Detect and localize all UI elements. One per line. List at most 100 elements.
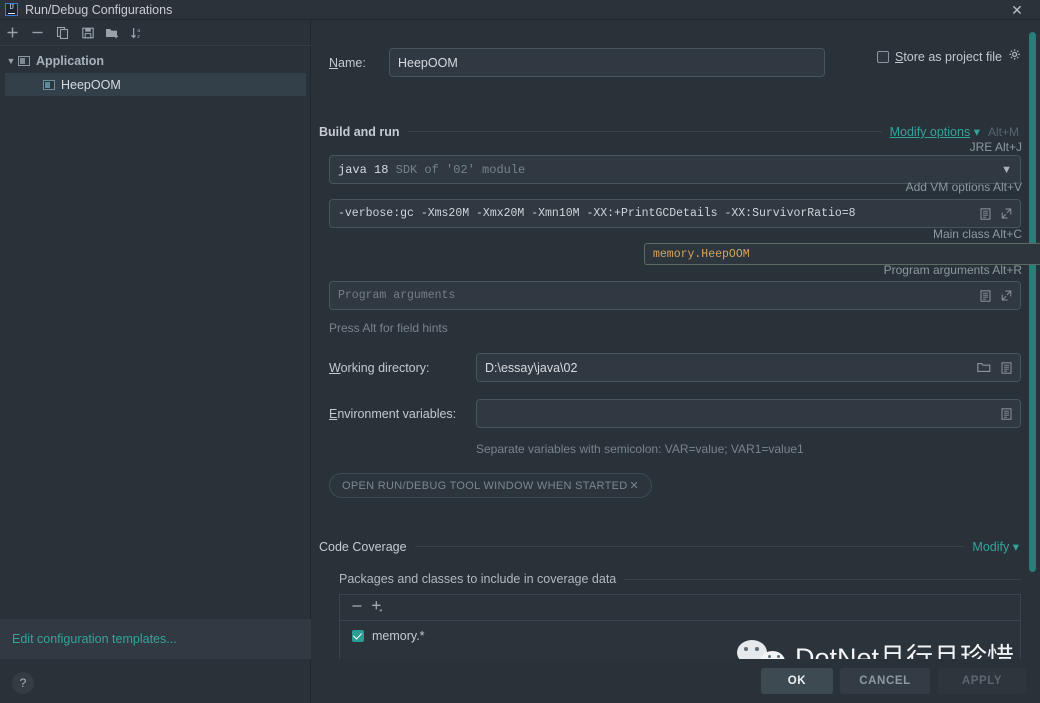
window-title: Run/Debug Configurations [25, 2, 173, 17]
tree-group-application[interactable]: ▼ Application [0, 50, 311, 72]
ok-label: OK [787, 675, 807, 687]
store-as-project-file-checkbox[interactable] [876, 50, 889, 63]
program-arguments-placeholder: Program arguments [338, 289, 456, 302]
environment-variables-note: Separate variables with semicolon: VAR=v… [476, 442, 804, 456]
copy-configuration-button[interactable] [50, 21, 75, 45]
expand-editor-icon[interactable] [1001, 407, 1012, 420]
vm-options-input[interactable]: -verbose:gc -Xms20M -Xmx20M -Xmn10M -XX:… [329, 199, 1021, 228]
ok-button[interactable]: OK [761, 668, 833, 694]
run-debug-configurations-dialog: Run/Debug Configurations ✕ az [0, 0, 1040, 703]
sort-az-icon[interactable]: az [125, 21, 150, 45]
environment-variables-input[interactable] [476, 399, 1021, 428]
tree-group-label: Application [36, 54, 105, 68]
configurations-sidebar: az ▼ Application HeepOOM Edit configurat… [0, 20, 311, 703]
configuration-editor-pane: Name: HeepOOM Store as project file Buil… [311, 20, 1040, 703]
code-coverage-section-header: Code Coverage Modify ▾ [319, 539, 1019, 555]
chevron-down-icon: ▾ [1012, 540, 1019, 554]
help-label: ? [19, 676, 27, 690]
vm-options-value: -verbose:gc -Xms20M -Xmx20M -Xmn10M -XX:… [338, 207, 856, 220]
working-directory-label: Working directory: [329, 360, 430, 375]
sidebar-toolbar: az [0, 20, 311, 46]
working-directory-value: D:\essay\java\02 [485, 360, 578, 375]
close-icon[interactable]: ✕ [1002, 0, 1032, 20]
list-item[interactable]: memory.* [340, 621, 1020, 643]
build-and-run-section-header: Build and run Modify options ▾ Alt+M [319, 124, 1019, 140]
chevron-down-icon: ▾ [973, 125, 980, 139]
main-class-hint-label: Main class Alt+C [932, 227, 1022, 241]
open-tool-window-chip[interactable]: OPEN RUN/DEBUG TOOL WINDOW WHEN STARTED … [329, 473, 653, 498]
chevron-down-icon[interactable]: ▼ [1001, 164, 1012, 176]
gear-icon[interactable] [1008, 48, 1022, 65]
name-label-rest: ame: [338, 55, 366, 70]
jre-value: java 18 SDK of '02' module [338, 163, 525, 177]
close-icon[interactable]: ✕ [630, 479, 640, 492]
remove-configuration-button[interactable] [25, 21, 50, 45]
build-and-run-title: Build and run [319, 124, 400, 139]
program-arguments-input[interactable]: Program arguments [329, 281, 1021, 310]
environment-variables-row: Environment variables: [329, 399, 1021, 428]
working-directory-row: Working directory: D:\essay\java\02 [329, 353, 1021, 382]
modify-options-link[interactable]: Modify options ▾ [890, 124, 980, 139]
edit-configuration-templates-link[interactable]: Edit configuration templates... [0, 619, 311, 659]
configurations-tree: ▼ Application HeepOOM [0, 50, 311, 96]
save-configuration-button[interactable] [75, 21, 100, 45]
jre-value-secondary: SDK of '02' module [395, 162, 526, 177]
chevron-down-icon: ▼ [6, 56, 16, 66]
coverage-row-label: memory.* [372, 629, 425, 643]
code-coverage-modify-link[interactable]: Modify ▾ [972, 539, 1019, 554]
application-icon [43, 79, 55, 90]
dialog-footer: OK CANCEL APPLY [311, 659, 1040, 703]
main-class-value: memory.HeepOOM [653, 247, 750, 261]
main-class-hint: Main class Alt+C [933, 227, 1022, 241]
section-divider [414, 546, 965, 547]
expand-editor-icon[interactable] [980, 289, 991, 302]
code-coverage-title: Code Coverage [319, 539, 407, 554]
environment-variables-label-rest: nvironment variables: [337, 406, 457, 421]
edit-templates-label: Edit configuration templates... [12, 632, 177, 646]
modify-options-shortcut: Alt+M [987, 124, 1019, 139]
intellij-idea-icon [5, 3, 18, 16]
tree-item-label: HeepOOM [61, 77, 121, 92]
add-configuration-button[interactable] [0, 21, 25, 45]
environment-variables-label: Environment variables: [329, 406, 457, 421]
cancel-label: CANCEL [859, 675, 911, 687]
help-button[interactable]: ? [12, 672, 34, 694]
working-directory-input[interactable]: D:\essay\java\02 [476, 353, 1021, 382]
coverage-list-toolbar [340, 595, 1020, 621]
jre-value-primary: java 18 [338, 162, 389, 177]
coverage-row-checkbox[interactable] [352, 630, 364, 642]
remove-package-button[interactable] [350, 599, 364, 617]
name-input[interactable]: HeepOOM [389, 48, 825, 77]
tree-item-heepoom[interactable]: HeepOOM [5, 73, 306, 96]
add-vm-options-hint: Add VM options Alt+V [906, 180, 1022, 194]
folder-add-icon[interactable] [100, 21, 125, 45]
store-as-project-file-label: Store as project file [894, 49, 1002, 64]
expand-editor-icon[interactable] [980, 207, 991, 220]
jre-hint-label: JRE Alt+J [969, 140, 1022, 154]
browse-folder-icon[interactable] [977, 362, 991, 374]
add-package-button[interactable] [370, 599, 385, 617]
store-as-project-file-row[interactable]: Store as project file [876, 48, 1022, 65]
section-divider [624, 578, 1021, 580]
apply-label: APPLY [961, 675, 1003, 687]
apply-button: APPLY [938, 668, 1026, 694]
field-hints-note: Press Alt for field hints [329, 321, 448, 335]
jre-hint: JRE Alt+J [970, 140, 1022, 154]
add-vm-options-label: Add VM options Alt+V [905, 180, 1022, 194]
vertical-scrollbar[interactable] [1029, 32, 1036, 572]
program-arguments-hint: Program arguments Alt+R [884, 263, 1022, 277]
expand-arrows-icon[interactable] [1001, 290, 1012, 301]
expand-arrows-icon[interactable] [1001, 208, 1012, 219]
modify-options-label: Modify options [889, 125, 971, 139]
name-input-value: HeepOOM [398, 55, 458, 70]
expand-editor-icon[interactable] [1001, 361, 1012, 374]
working-directory-label-rest: orking directory: [340, 360, 430, 375]
packages-include-label: Packages and classes to include in cover… [339, 572, 617, 586]
cancel-button[interactable]: CANCEL [840, 668, 930, 694]
open-tool-window-chip-label: OPEN RUN/DEBUG TOOL WINDOW WHEN STARTED [342, 479, 628, 492]
title-bar: Run/Debug Configurations ✕ [0, 0, 1040, 20]
name-label: Name: [329, 55, 366, 70]
main-class-input[interactable]: memory.HeepOOM [644, 243, 1040, 265]
svg-text:z: z [137, 34, 140, 40]
code-coverage-modify-label: Modify [972, 540, 1010, 554]
